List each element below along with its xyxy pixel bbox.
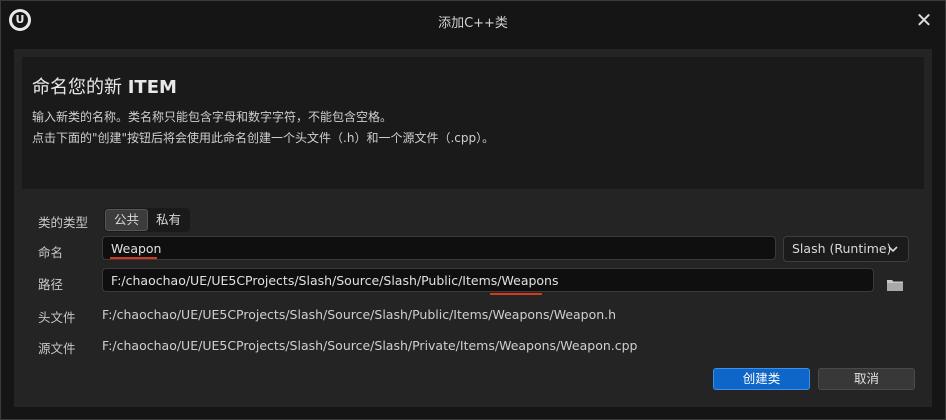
logo-letter: U [15,13,25,26]
page-title: 命名您的新 ITEM [32,73,177,99]
module-dropdown[interactable]: Slash (Runtime) [783,236,909,262]
window-title: 添加C++类 [438,16,508,31]
class-type-toggle: 公共 私有 [104,208,191,232]
module-value: Slash (Runtime) [792,241,892,256]
chevron-down-icon [888,237,898,270]
folder-icon[interactable] [887,276,903,291]
add-cpp-class-dialog: U 添加C++类 ✕ 命名您的新 ITEM 输入新类的名称。类名称只能包含字母和… [0,0,946,420]
description-line-2: 点击下面的"创建"按钮后将会使用此命名创建一个头文件（.h）和一个源文件（.cp… [32,131,495,145]
dialog-content: 命名您的新 ITEM 输入新类的名称。类名称只能包含字母和数字字符，不能包含空格… [14,49,932,407]
class-type-public-option[interactable]: 公共 [105,209,149,231]
source-file-label: 源文件 [38,341,76,356]
title-prefix: 命名您的新 [32,77,122,98]
header-file-label: 头文件 [38,310,76,325]
unreal-logo-icon: U [9,9,31,31]
title-bar: U 添加C++类 ✕ [1,1,945,41]
class-type-label: 类的类型 [38,215,89,230]
create-class-button[interactable]: 创建类 [713,368,810,390]
path-label: 路径 [38,277,64,292]
class-type-private-option[interactable]: 私有 [148,209,189,231]
path-input[interactable]: F:/chaochao/UE/UE5CProjects/Slash/Source… [102,268,874,292]
cancel-button[interactable]: 取消 [818,368,915,390]
close-icon[interactable]: ✕ [915,10,933,30]
description-line-1: 输入新类的名称。类名称只能包含字母和数字字符，不能包含空格。 [32,110,393,124]
path-value-highlight: Weapons [501,273,559,288]
description: 输入新类的名称。类名称只能包含字母和数字字符，不能包含空格。 点击下面的"创建"… [32,107,494,149]
header-file-path: F:/chaochao/UE/UE5CProjects/Slash/Source… [102,307,617,322]
name-underline-marker [110,257,157,259]
header-panel: 命名您的新 ITEM 输入新类的名称。类名称只能包含字母和数字字符，不能包含空格… [22,57,924,189]
path-value-prefix: F:/chaochao/UE/UE5CProjects/Slash/Source… [111,273,502,288]
path-underline-marker [490,293,542,295]
title-item: ITEM [127,77,177,98]
class-name-input[interactable]: Weapon [102,236,776,260]
name-label: 命名 [38,245,64,260]
source-file-path: F:/chaochao/UE/UE5CProjects/Slash/Source… [102,338,638,353]
